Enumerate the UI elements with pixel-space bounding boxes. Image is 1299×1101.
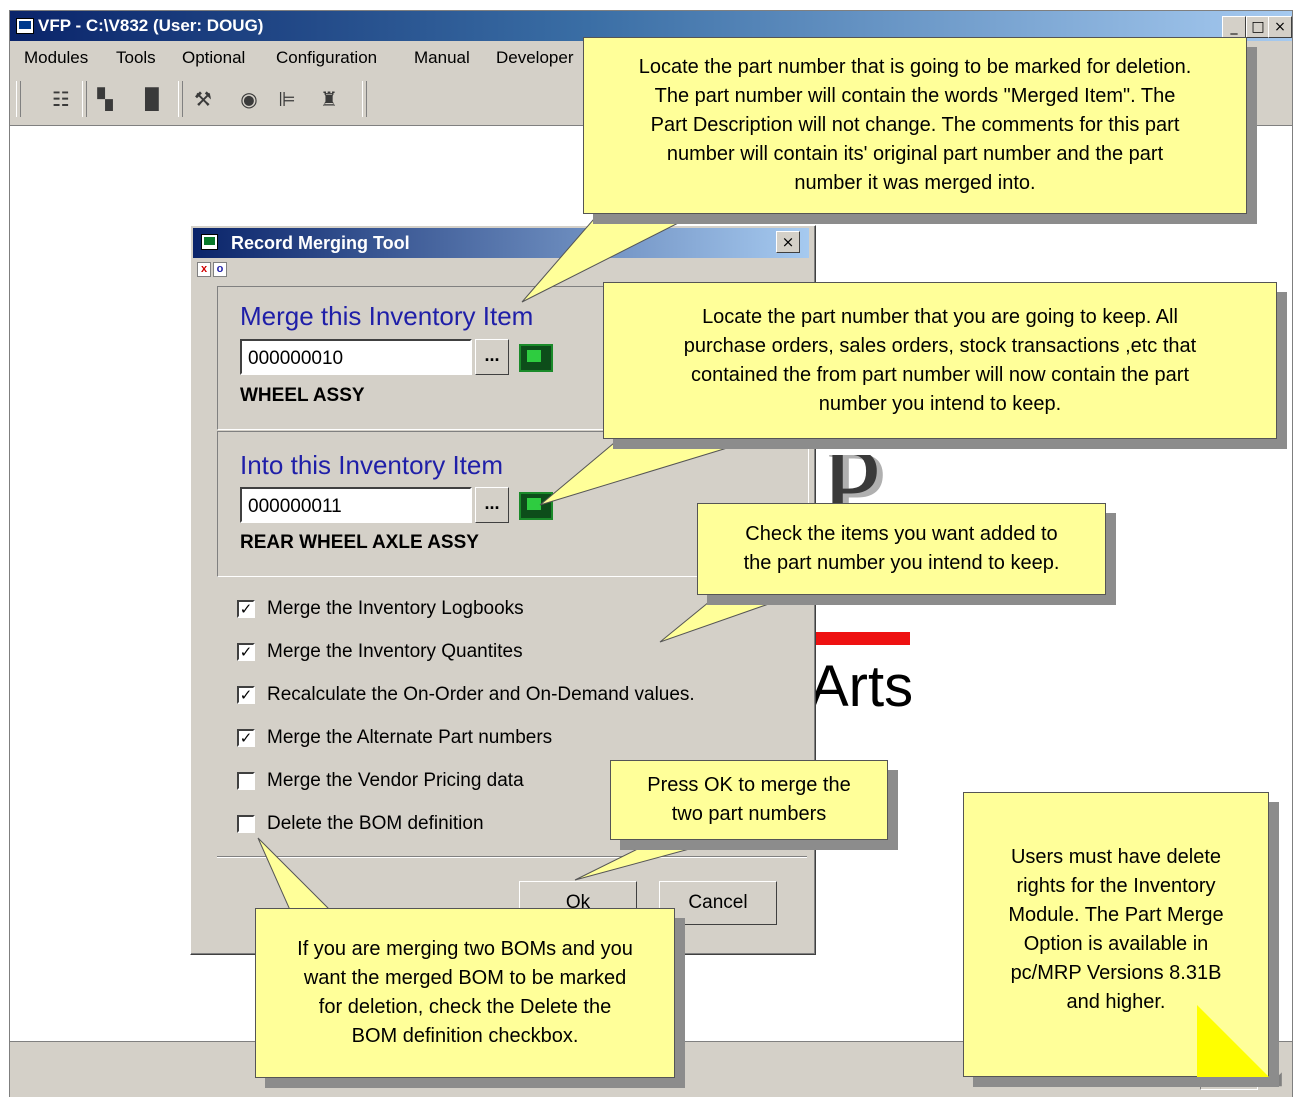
merge-into-chip-icon[interactable] [519,492,553,520]
checkbox[interactable] [237,772,255,790]
dialog-separator [217,856,807,858]
menu-configuration[interactable]: Configuration [276,48,377,68]
checkbox[interactable]: ✓ [237,686,255,704]
merge-from-browse-button[interactable]: ... [475,339,509,375]
restore-button[interactable]: □ [1246,16,1270,38]
chart-icon[interactable]: ⊫ [274,86,300,112]
checkbox[interactable]: ✓ [237,729,255,747]
merge-into-title: Into this Inventory Item [240,450,504,480]
dialog-title-bar: Record Merging Tool [193,228,809,258]
callout-bom: If you are merging two BOMs and you want… [255,908,675,1078]
document-icon[interactable]: ▉ [140,86,166,112]
option-label: Recalculate the On-Order and On-Demand v… [267,684,695,705]
resize-grip-icon[interactable]: ◢ [1268,1068,1282,1089]
tools-icon[interactable]: ⚒ [190,86,216,112]
menu-modules[interactable]: Modules [24,48,88,68]
minimize-button[interactable]: _ [1222,16,1246,38]
callout-ok: Press OK to merge the two part numbers [610,760,888,840]
mini-close-icon[interactable]: x [197,262,211,277]
merge-into-description: REAR WHEEL AXLE ASSY [240,532,479,553]
logo-red-bar [810,632,910,645]
merge-into-part-input[interactable]: 000000011 [240,487,472,523]
dialog-title: Record Merging Tool [231,233,410,253]
app-icon [16,18,34,34]
toolbar-separator [178,81,183,117]
logo-word: Arts [810,654,914,719]
dialog-close-button[interactable]: × [776,231,800,253]
callout-check: Check the items you want added to the pa… [697,503,1106,595]
callout-check-text: Check the items you want added to the pa… [743,523,1060,574]
merge-from-chip-icon[interactable] [519,344,553,372]
toolbar-separator [82,81,87,117]
option-label: Merge the Inventory Logbooks [267,598,524,619]
checkbox[interactable]: ✓ [237,643,255,661]
option-label: Merge the Alternate Part numbers [267,727,553,748]
globe-icon[interactable]: ◉ [236,86,262,112]
callout-ok-text: Press OK to merge the two part numbers [647,774,851,825]
option-label: Merge the Inventory Quantites [267,641,523,662]
menu-optional[interactable]: Optional [182,48,245,68]
callout-keep: Locate the part number that you are goin… [603,282,1277,439]
checkbox[interactable] [237,815,255,833]
merge-from-description: WHEEL ASSY [240,385,365,406]
network-icon[interactable]: ▚ [92,86,118,112]
close-button[interactable]: × [1268,16,1292,38]
callout-deletion: Locate the part number that is going to … [583,37,1247,214]
merge-into-browse-button[interactable]: ... [475,487,509,523]
toolbar-grip [16,81,21,117]
callout-bom-text: If you are merging two BOMs and you want… [297,938,633,1047]
option-label: Merge the Vendor Pricing data [267,770,524,791]
menu-tools[interactable]: Tools [116,48,156,68]
people-icon[interactable]: ♜ [316,86,342,112]
window-title: VFP - C:\V832 (User: DOUG) [38,16,264,35]
list-icon[interactable]: ☷ [48,86,74,112]
merge-from-part-input[interactable]: 000000010 [240,339,472,375]
callout-rights-text: Users must have delete rights for the In… [1008,846,1224,1013]
mini-option-icon[interactable]: o [213,262,227,277]
toolbar-separator [362,81,367,117]
callout-keep-text: Locate the part number that you are goin… [683,305,1197,415]
checkbox[interactable]: ✓ [237,600,255,618]
dialog-icon [201,234,218,250]
menu-manual[interactable]: Manual [414,48,470,68]
merge-from-title: Merge this Inventory Item [240,301,534,331]
callout-deletion-text: Locate the part number that is going to … [638,56,1192,194]
menu-developer[interactable]: Developer [496,48,574,68]
note-fold-corner [1197,1005,1269,1077]
option-label: Delete the BOM definition [267,813,484,834]
cancel-button[interactable]: Cancel [659,881,777,925]
